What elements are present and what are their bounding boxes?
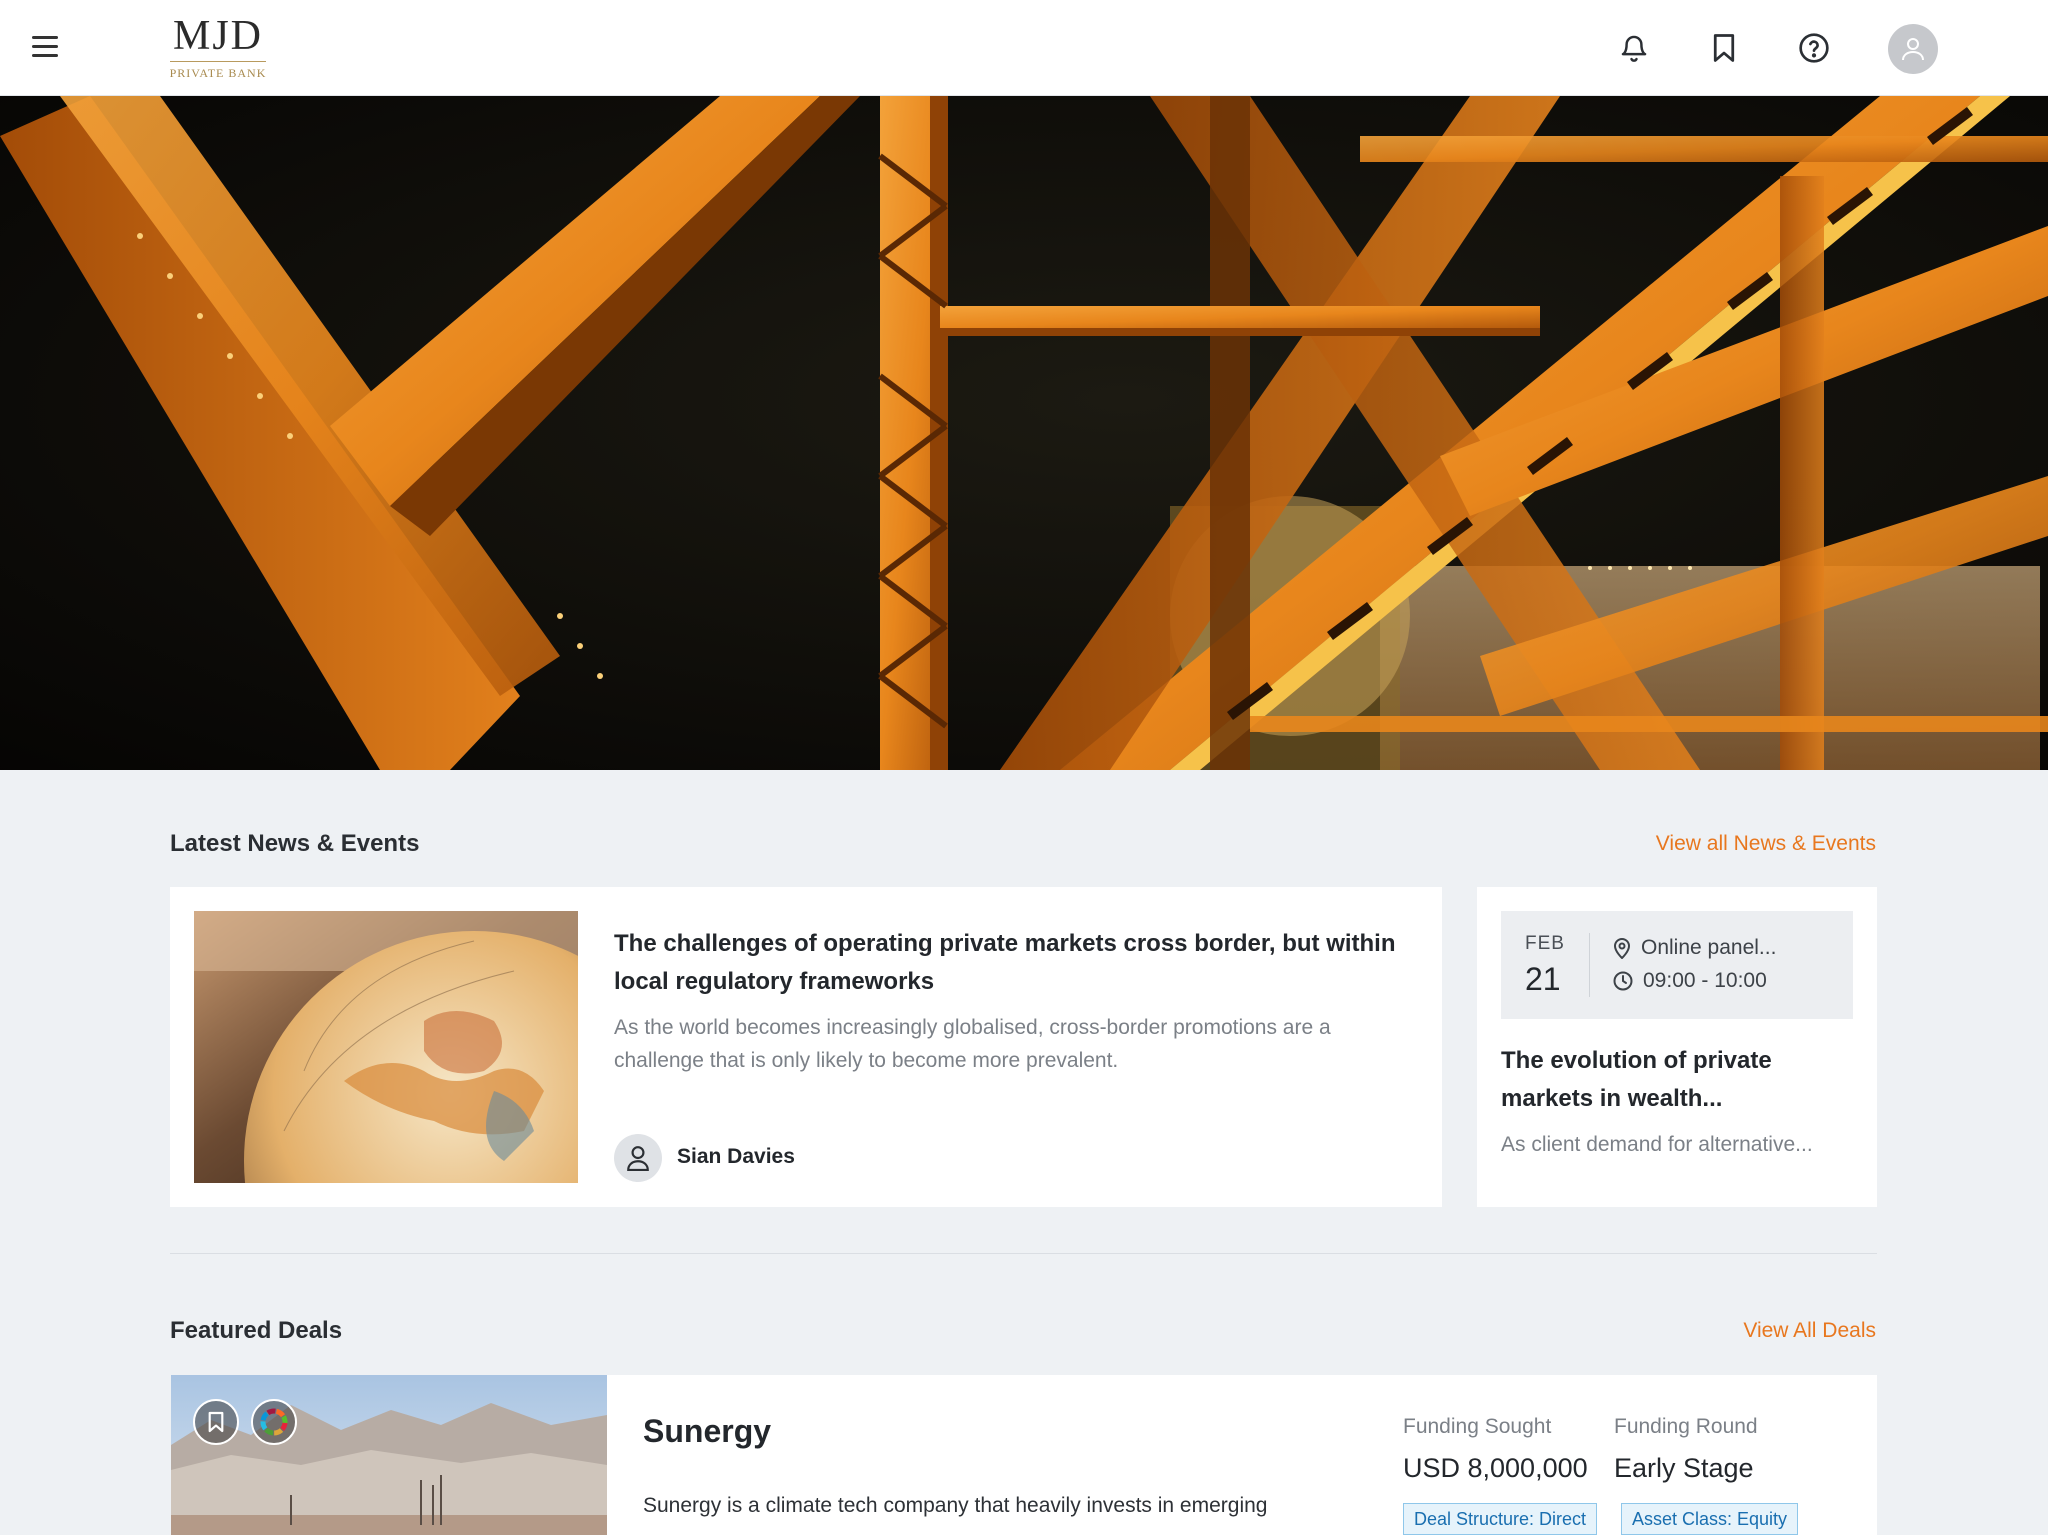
logo-wordmark: MJD: [172, 13, 264, 59]
deal-card[interactable]: Sunergy Sunergy is a climate tech compan…: [171, 1375, 1877, 1535]
event-card[interactable]: FEB 21 Online panel... 09:00 - 10:00 The…: [1477, 887, 1877, 1207]
view-all-news-link[interactable]: View all News & Events: [1656, 832, 1876, 856]
help-icon[interactable]: [1794, 28, 1834, 68]
event-title[interactable]: The evolution of private markets in weal…: [1501, 1042, 1841, 1118]
event-separator: [1589, 933, 1590, 997]
asset-class-tag[interactable]: Asset Class: Equity: [1621, 1503, 1799, 1535]
news-article-title[interactable]: The challenges of operating private mark…: [614, 925, 1414, 1001]
funding-round-value: Early Stage: [1614, 1453, 1754, 1483]
section-divider: [170, 1253, 1877, 1254]
deal-image: [171, 1375, 607, 1535]
funding-sought-value: USD 8,000,000: [1403, 1453, 1588, 1483]
bell-icon[interactable]: [1614, 28, 1654, 68]
author-name[interactable]: Sian Davies: [677, 1145, 795, 1169]
event-details-box: FEB 21 Online panel... 09:00 - 10:00: [1501, 911, 1853, 1019]
event-excerpt: As client demand for alternative...: [1501, 1133, 1813, 1156]
event-time-row: 09:00 - 10:00: [1613, 969, 1767, 993]
clock-icon: [1613, 971, 1633, 991]
menu-icon[interactable]: [30, 33, 62, 61]
logo-subtitle: PRIVATE BANK: [169, 66, 267, 80]
logo-rule: [170, 61, 266, 62]
event-time: 09:00 - 10:00: [1643, 969, 1767, 992]
bank-logo[interactable]: MJD PRIVATE BANK: [168, 14, 268, 80]
news-article-excerpt: As the world becomes increasingly global…: [614, 1016, 1331, 1072]
top-navigation-bar: MJD PRIVATE BANK: [0, 0, 2048, 96]
bookmark-icon: [208, 1411, 224, 1433]
deals-section-title: Featured Deals: [170, 1317, 343, 1344]
news-article-card[interactable]: The challenges of operating private mark…: [170, 887, 1442, 1207]
news-section-title: Latest News & Events: [170, 830, 420, 857]
bookmark-deal-button[interactable]: [193, 1399, 239, 1445]
user-icon: [1902, 38, 1924, 61]
bookmark-icon[interactable]: [1704, 28, 1744, 68]
funding-round-label: Funding Round: [1614, 1415, 1758, 1438]
location-pin-icon: [1613, 938, 1631, 959]
sdg-wheel-icon[interactable]: [251, 1399, 297, 1445]
event-location: Online panel...: [1641, 936, 1777, 959]
user-icon: [627, 1146, 649, 1171]
event-month: FEB: [1525, 933, 1565, 954]
deal-description: Sunergy is a climate tech company that h…: [643, 1494, 1268, 1517]
event-location-row: Online panel...: [1613, 936, 1776, 960]
view-all-deals-link[interactable]: View All Deals: [1743, 1319, 1876, 1343]
news-article-image: [194, 911, 578, 1183]
deal-structure-tag[interactable]: Deal Structure: Direct: [1403, 1503, 1598, 1535]
sdg-wheel-icon-graphic: [260, 1408, 288, 1436]
deal-name[interactable]: Sunergy: [643, 1413, 771, 1450]
event-day: 21: [1525, 961, 1561, 997]
user-avatar-button[interactable]: [1888, 24, 1938, 74]
funding-sought-label: Funding Sought: [1403, 1415, 1552, 1438]
hero-banner-image: [0, 96, 2048, 770]
author-avatar: [614, 1134, 662, 1182]
